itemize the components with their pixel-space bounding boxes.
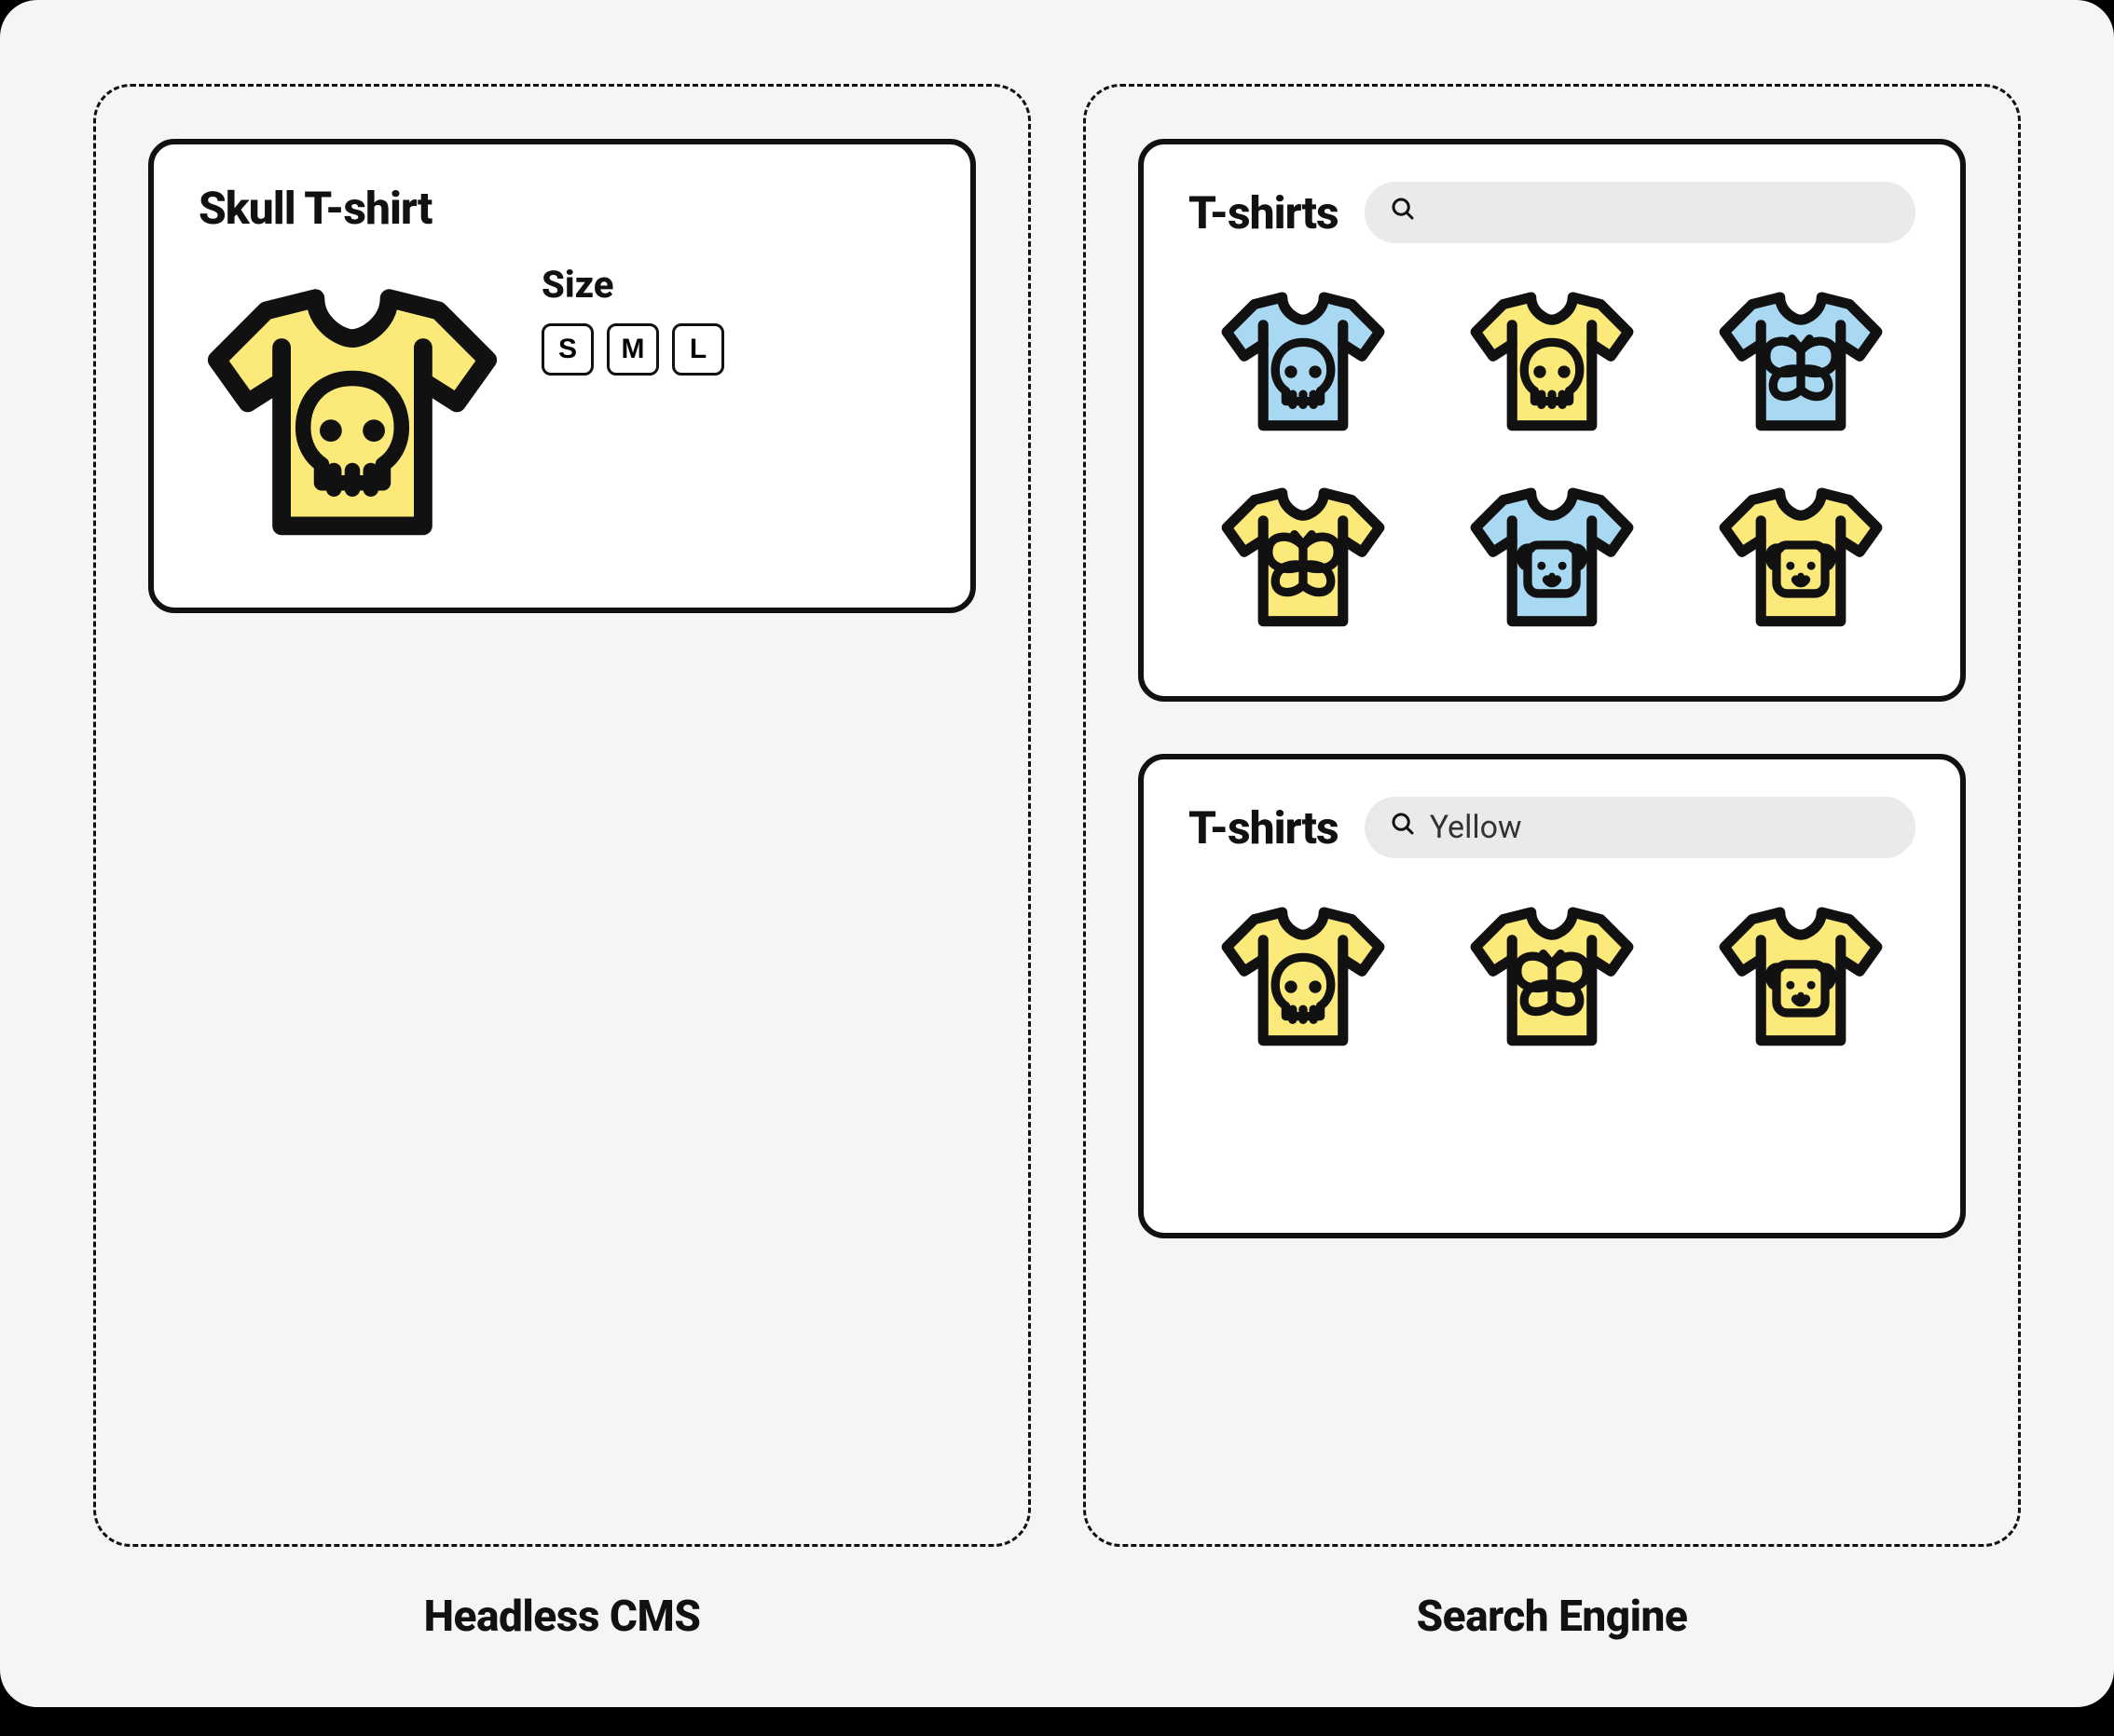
size-label: Size (542, 263, 724, 307)
product-card: Skull T-shirt Size (148, 139, 976, 613)
listing-title-all: T-shirts (1188, 186, 1338, 239)
size-button-s[interactable]: S (542, 323, 594, 376)
size-options: S M L (542, 323, 724, 376)
search-input-filtered[interactable]: Yellow (1365, 797, 1915, 858)
diagram-canvas: Skull T-shirt Size (0, 0, 2114, 1707)
columns: Skull T-shirt Size (93, 84, 2021, 1642)
tshirt-skull-icon (1465, 273, 1639, 446)
tshirt-skull-icon (1216, 888, 1390, 1061)
size-section: Size S M L (542, 255, 724, 376)
tshirt-butterfly-icon (1216, 469, 1390, 642)
tshirt-dog-icon (1714, 469, 1888, 642)
left-column-label: Headless CMS (93, 1592, 1031, 1642)
product-title: Skull T-shirt (199, 182, 926, 235)
left-column: Skull T-shirt Size (93, 84, 1031, 1642)
listing-title-filtered: T-shirts (1188, 801, 1338, 854)
tshirt-dog-icon (1465, 469, 1639, 642)
tshirt-dog-icon (1714, 888, 1888, 1061)
search-card-filtered: T-shirts Yellow (1138, 754, 1966, 1238)
right-column: T-shirts (1083, 84, 2021, 1642)
tshirt-skull-icon (199, 255, 506, 563)
search-engine-box: T-shirts (1083, 84, 2021, 1547)
card-header-filtered: T-shirts Yellow (1188, 797, 1915, 858)
tshirt-butterfly-icon (1714, 273, 1888, 446)
card-header-all: T-shirts (1188, 182, 1915, 243)
search-card-all: T-shirts (1138, 139, 1966, 702)
search-value-filtered: Yellow (1430, 809, 1522, 846)
results-grid-filtered (1188, 879, 1915, 1158)
headless-cms-box: Skull T-shirt Size (93, 84, 1031, 1547)
results-grid-all (1188, 264, 1915, 651)
tshirt-butterfly-icon (1465, 888, 1639, 1061)
search-input-all[interactable] (1365, 182, 1915, 243)
search-icon (1389, 194, 1417, 231)
size-button-l[interactable]: L (672, 323, 724, 376)
product-row: Size S M L (199, 255, 926, 563)
search-icon (1389, 809, 1417, 846)
size-button-m[interactable]: M (607, 323, 659, 376)
right-column-label: Search Engine (1083, 1592, 2021, 1642)
tshirt-skull-icon (1216, 273, 1390, 446)
